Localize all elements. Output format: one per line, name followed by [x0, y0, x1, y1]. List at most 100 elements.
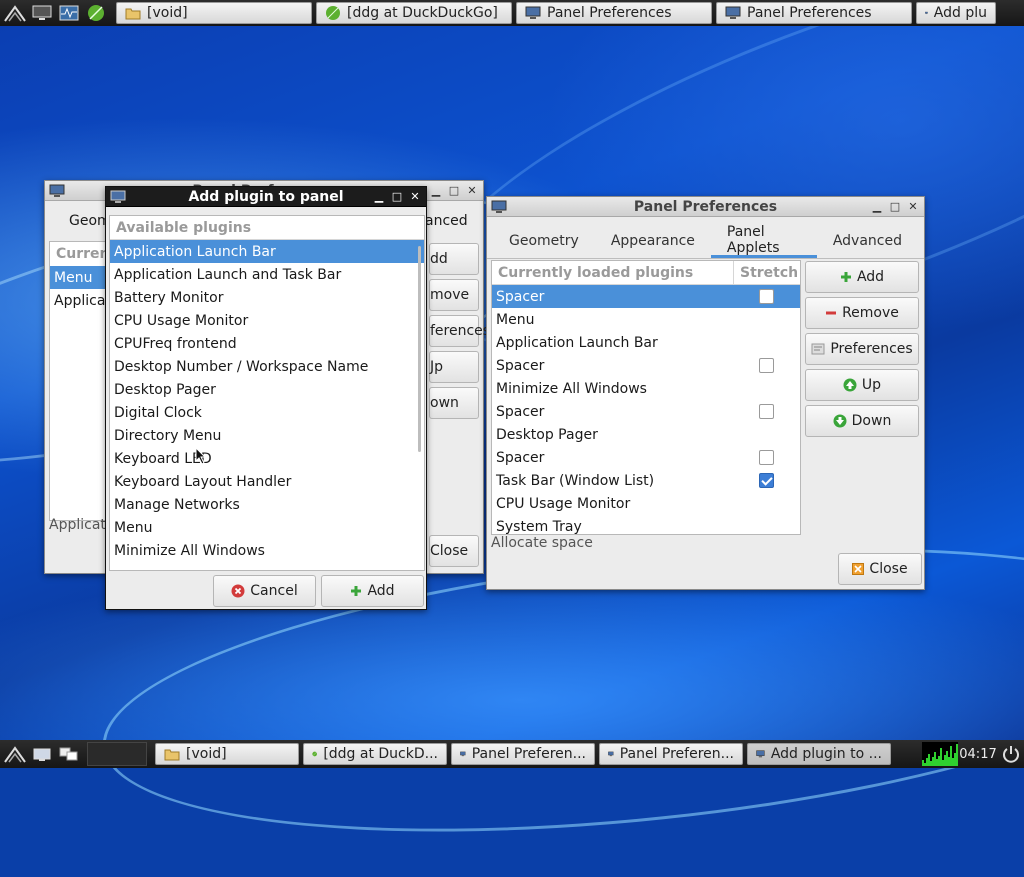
stretch-checkbox[interactable]: [759, 358, 774, 373]
add-label: Add: [857, 269, 884, 285]
close-button[interactable]: Close: [429, 535, 479, 567]
column-header-stretch[interactable]: Stretch: [734, 265, 798, 281]
up-button[interactable]: Jp: [429, 351, 479, 383]
taskbar-task-label: Add plugin to ...: [771, 746, 882, 762]
stretch-checkbox[interactable]: [759, 289, 774, 304]
scrollbar[interactable]: [418, 246, 421, 452]
close-icon[interactable]: ✕: [905, 199, 921, 215]
maximize-icon[interactable]: □: [446, 183, 462, 199]
list-item[interactable]: Menu: [50, 266, 108, 289]
table-row[interactable]: System Tray: [492, 515, 800, 535]
taskbar-task-panel-prefs-1[interactable]: Panel Preferences: [516, 2, 712, 24]
taskbar-task-panel-prefs-2[interactable]: Panel Preferen...: [599, 743, 743, 765]
list-item[interactable]: Keyboard LED: [110, 447, 424, 470]
close-icon[interactable]: ✕: [464, 183, 480, 199]
list-item[interactable]: Directory Menu: [110, 424, 424, 447]
start-menu-icon[interactable]: [3, 743, 27, 765]
preferences-button[interactable]: Preferences: [805, 333, 919, 365]
list-item[interactable]: Desktop Pager: [110, 378, 424, 401]
stretch-checkbox[interactable]: [759, 450, 774, 465]
minimize-all-icon[interactable]: [30, 743, 54, 765]
minimize-icon[interactable]: ▁: [428, 183, 444, 199]
table-row[interactable]: Task Bar (Window List): [492, 469, 800, 492]
status-text: Applicati: [49, 517, 110, 533]
up-button[interactable]: Up: [805, 369, 919, 401]
tab-appearance[interactable]: Appearance: [595, 224, 711, 258]
list-item[interactable]: Application Launch Bar: [110, 240, 424, 263]
table-row[interactable]: Spacer: [492, 400, 800, 423]
add-plugin-dialog: Add plugin to panel ▁ □ ✕ Available plug…: [105, 186, 427, 610]
tab-advanced[interactable]: anced: [425, 213, 468, 229]
list-item[interactable]: Applicati: [50, 289, 108, 312]
plugin-name: Spacer: [496, 404, 544, 420]
system-monitor-icon[interactable]: [57, 2, 81, 24]
clock[interactable]: 04:17: [958, 743, 998, 765]
down-label: Down: [852, 413, 892, 429]
maximize-icon[interactable]: □: [887, 199, 903, 215]
preferences-button[interactable]: ferences: [429, 315, 479, 347]
taskbar-task-browser[interactable]: [ddg at DuckDuckGo]: [316, 2, 512, 24]
table-row[interactable]: CPU Usage Monitor: [492, 492, 800, 515]
taskbar-task-void[interactable]: [void]: [155, 743, 299, 765]
stretch-checkbox[interactable]: [759, 404, 774, 419]
table-row[interactable]: Menu: [492, 308, 800, 331]
table-row[interactable]: Spacer: [492, 446, 800, 469]
leaf-browser-icon[interactable]: [84, 2, 108, 24]
list-item[interactable]: Battery Monitor: [110, 286, 424, 309]
tab-panel-applets[interactable]: Panel Applets: [711, 224, 817, 258]
stretch-checkbox[interactable]: [759, 473, 774, 488]
status-text: Allocate space: [491, 535, 593, 551]
list-item[interactable]: Manage Networks: [110, 493, 424, 516]
close-button[interactable]: Close: [838, 553, 922, 585]
monitor-icon: [525, 6, 541, 20]
add-button[interactable]: Add: [805, 261, 919, 293]
power-icon[interactable]: [1002, 744, 1020, 764]
taskbar-task-void[interactable]: [void]: [116, 2, 312, 24]
dialog-titlebar[interactable]: Add plugin to panel ▁ □ ✕: [106, 187, 426, 207]
window-title: Panel Preferences: [487, 199, 924, 215]
add-button[interactable]: Add: [321, 575, 424, 607]
taskbar-task-add-plugin[interactable]: Add plu: [916, 2, 996, 24]
pager-icon[interactable]: [57, 743, 81, 765]
list-item[interactable]: Menu: [110, 516, 424, 539]
minimize-icon[interactable]: ▁: [371, 189, 387, 205]
maximize-icon[interactable]: □: [389, 189, 405, 205]
table-row[interactable]: Spacer: [492, 354, 800, 377]
folder-icon: [164, 747, 180, 761]
table-row[interactable]: Spacer: [492, 285, 800, 308]
list-item[interactable]: Desktop Number / Workspace Name: [110, 355, 424, 378]
taskbar-task-browser[interactable]: [ddg at DuckD...: [303, 743, 447, 765]
minimize-icon[interactable]: ▁: [869, 199, 885, 215]
close-icon[interactable]: ✕: [407, 189, 423, 205]
table-row[interactable]: Application Launch Bar: [492, 331, 800, 354]
taskbar-task-panel-prefs-1[interactable]: Panel Preferen...: [451, 743, 595, 765]
table-row[interactable]: Minimize All Windows: [492, 377, 800, 400]
add-button[interactable]: dd: [429, 243, 479, 275]
list-item[interactable]: CPU Usage Monitor: [110, 309, 424, 332]
taskbar-task-label: [ddg at DuckD...: [323, 746, 438, 762]
remove-button[interactable]: move: [429, 279, 479, 311]
start-menu-icon[interactable]: [3, 2, 27, 24]
table-row[interactable]: Desktop Pager: [492, 423, 800, 446]
tab-geometry[interactable]: Geometry: [493, 224, 595, 258]
plugin-name: Minimize All Windows: [496, 381, 647, 397]
down-button[interactable]: Down: [805, 405, 919, 437]
taskbar-task-panel-prefs-2[interactable]: Panel Preferences: [716, 2, 912, 24]
list-item[interactable]: Minimize All Windows: [110, 539, 424, 562]
desktop-pager[interactable]: [87, 742, 147, 766]
window-titlebar[interactable]: Panel Preferences ▁ □ ✕: [487, 197, 924, 217]
monitor-icon: [925, 6, 928, 20]
down-button[interactable]: own: [429, 387, 479, 419]
list-item[interactable]: Keyboard Layout Handler: [110, 470, 424, 493]
tab-advanced[interactable]: Advanced: [817, 224, 918, 258]
desktop-icon[interactable]: [30, 2, 54, 24]
cancel-button[interactable]: Cancel: [213, 575, 316, 607]
list-item[interactable]: Digital Clock: [110, 401, 424, 424]
list-item[interactable]: CPUFreq frontend: [110, 332, 424, 355]
monitor-icon: [608, 747, 614, 761]
list-item[interactable]: Application Launch and Task Bar: [110, 263, 424, 286]
column-header-plugins[interactable]: Currently loaded plugins: [492, 261, 734, 285]
taskbar-task-add-plugin[interactable]: Add plugin to ...: [747, 743, 891, 765]
remove-button[interactable]: Remove: [805, 297, 919, 329]
available-plugins-list: Available plugins Application Launch Bar…: [109, 215, 425, 571]
